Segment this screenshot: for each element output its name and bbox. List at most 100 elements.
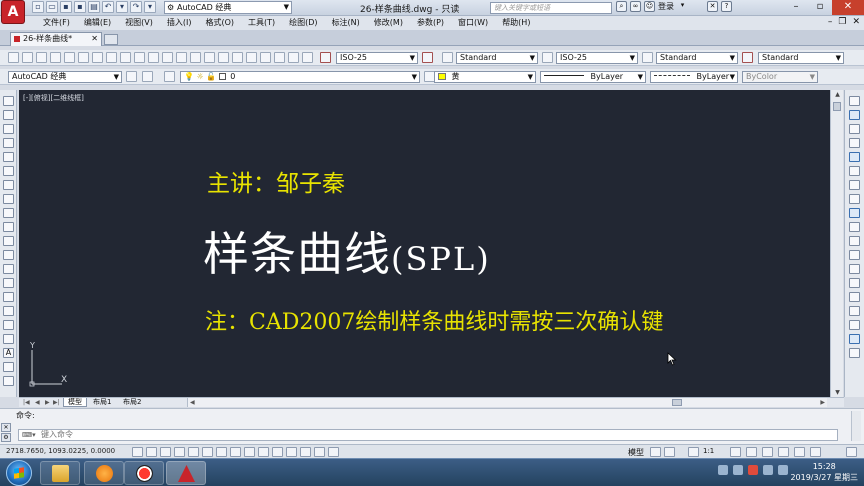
polar-tracking-icon[interactable]: [188, 447, 199, 457]
join-icon[interactable]: [849, 278, 860, 288]
insert-block-icon[interactable]: [3, 250, 14, 260]
dimension-style-icon[interactable]: [288, 52, 299, 63]
print-icon[interactable]: ▤: [88, 1, 100, 13]
dimension-edit-icon[interactable]: [246, 52, 257, 63]
polygon-icon[interactable]: [3, 138, 14, 148]
first-layout-icon[interactable]: |◀: [23, 398, 30, 407]
menu-dimension[interactable]: 标注(N): [325, 16, 367, 30]
annotation-monitor-icon[interactable]: [328, 447, 339, 457]
polyline-icon[interactable]: [3, 124, 14, 134]
scale-icon[interactable]: [849, 194, 860, 204]
dimension-break-icon[interactable]: [176, 52, 187, 63]
gradient-icon[interactable]: [3, 306, 14, 316]
dimension-diameter-icon[interactable]: [92, 52, 103, 63]
model-space-toggle[interactable]: 模型: [628, 447, 644, 458]
menu-draw[interactable]: 绘图(D): [282, 16, 324, 30]
tolerance-icon[interactable]: [190, 52, 201, 63]
make-block-icon[interactable]: [3, 264, 14, 274]
grid-icon[interactable]: [160, 447, 171, 457]
annotation-visibility-icon[interactable]: [730, 447, 741, 457]
circle-icon[interactable]: [3, 180, 14, 190]
keyboard-icon[interactable]: [733, 465, 743, 475]
multileader-style-manager-icon[interactable]: [742, 52, 753, 63]
command-scrollbar[interactable]: [851, 411, 861, 441]
taskbar-explorer-button[interactable]: [40, 461, 80, 485]
coordinate-readout[interactable]: 2718.7650, 1093.0225, 0.0000: [6, 447, 115, 455]
undo-dropdown-icon[interactable]: ▾: [116, 1, 128, 13]
command-settings-icon[interactable]: ⚙: [1, 433, 11, 442]
application-menu-button[interactable]: A: [2, 1, 24, 23]
modify-more-icon[interactable]: [849, 348, 860, 358]
minimize-icon[interactable]: –: [784, 0, 808, 15]
undo-icon[interactable]: ↶: [102, 1, 114, 13]
login-button[interactable]: 登录: [658, 1, 674, 12]
inspection-icon[interactable]: [218, 52, 229, 63]
workspace-select[interactable]: ⚙ AutoCAD 经典 ▼: [164, 1, 292, 14]
taskbar-media-button[interactable]: [84, 461, 124, 485]
next-layout-icon[interactable]: ▶: [45, 398, 50, 407]
close-icon[interactable]: ✕: [91, 33, 98, 45]
redo-icon[interactable]: ↷: [130, 1, 142, 13]
plot-style-select[interactable]: ByColor ▼: [742, 71, 818, 83]
command-close-icon[interactable]: ✕: [1, 423, 11, 432]
revision-cloud-icon[interactable]: [3, 194, 14, 204]
stretch-icon[interactable]: [849, 208, 860, 218]
search-input[interactable]: 键入关键字或短语: [490, 2, 612, 14]
chevron-down-icon[interactable]: ▾: [677, 1, 688, 12]
redo-dropdown-icon[interactable]: ▾: [144, 1, 156, 13]
erase-icon[interactable]: [849, 96, 860, 106]
dimension-angular-icon[interactable]: [106, 52, 117, 63]
dimension-continue-icon[interactable]: [148, 52, 159, 63]
menu-tools[interactable]: 工具(T): [241, 16, 282, 30]
rotate-icon[interactable]: [849, 180, 860, 190]
menu-modify[interactable]: 修改(M): [367, 16, 410, 30]
object-snap-tracking-icon[interactable]: [230, 447, 241, 457]
menu-view[interactable]: 视图(V): [118, 16, 160, 30]
ellipse-arc-icon[interactable]: [3, 236, 14, 246]
point-icon[interactable]: [3, 278, 14, 288]
quick-view-drawings-icon[interactable]: [664, 447, 675, 457]
tab-model[interactable]: 模型: [63, 398, 87, 407]
object-snap-icon[interactable]: [202, 447, 213, 457]
scroll-down-icon[interactable]: ▼: [831, 388, 844, 397]
close-icon[interactable]: ✕: [832, 0, 864, 15]
region-icon[interactable]: [3, 320, 14, 330]
add-selected-icon[interactable]: [3, 362, 14, 372]
annotation-scale-icon[interactable]: [688, 447, 699, 457]
menu-insert[interactable]: 插入(I): [160, 16, 199, 30]
menu-format[interactable]: 格式(O): [198, 16, 241, 30]
tray-expand-icon[interactable]: [718, 465, 728, 475]
table-style-select[interactable]: ISO-25 ▼: [556, 52, 638, 64]
last-layout-icon[interactable]: ▶|: [53, 398, 60, 407]
arc-icon[interactable]: [3, 166, 14, 176]
table-style-icon[interactable]: [542, 52, 553, 63]
prev-layout-icon[interactable]: ◀: [35, 398, 40, 407]
dimension-style-select[interactable]: Standard ▼: [456, 52, 538, 64]
clean-screen-icon[interactable]: [846, 447, 857, 457]
multileader-style-icon[interactable]: [642, 52, 653, 63]
trim-icon[interactable]: [849, 222, 860, 232]
dynamic-input-icon[interactable]: [258, 447, 269, 457]
extra-style-select[interactable]: Standard ▼: [758, 52, 844, 64]
construction-line-icon[interactable]: [3, 110, 14, 120]
taskbar-clock[interactable]: 15:28 2019/3/27 星期三: [790, 461, 858, 483]
menu-window[interactable]: 窗口(W): [451, 16, 495, 30]
dimension-space-icon[interactable]: [162, 52, 173, 63]
3d-object-snap-icon[interactable]: [216, 447, 227, 457]
dimension-override-icon[interactable]: [302, 52, 313, 63]
dimension-text-edit-icon[interactable]: [260, 52, 271, 63]
dimension-baseline-icon[interactable]: [134, 52, 145, 63]
hatch-icon[interactable]: [3, 292, 14, 302]
annotation-scale-value[interactable]: 1:1: [703, 447, 714, 455]
quick-properties-icon[interactable]: [300, 447, 311, 457]
menu-parametric[interactable]: 参数(P): [410, 16, 451, 30]
more-tools-icon[interactable]: [3, 376, 14, 386]
dimension-ordinate-icon[interactable]: [50, 52, 61, 63]
open-folder-icon[interactable]: ▭: [46, 1, 58, 13]
doc-minimize-icon[interactable]: –: [828, 17, 833, 27]
infer-constraints-icon[interactable]: [132, 447, 143, 457]
hardware-acceleration-icon[interactable]: [778, 447, 789, 457]
taskbar-recorder-button[interactable]: [124, 461, 164, 485]
rectangle-icon[interactable]: [3, 152, 14, 162]
explode-icon[interactable]: [849, 334, 860, 344]
